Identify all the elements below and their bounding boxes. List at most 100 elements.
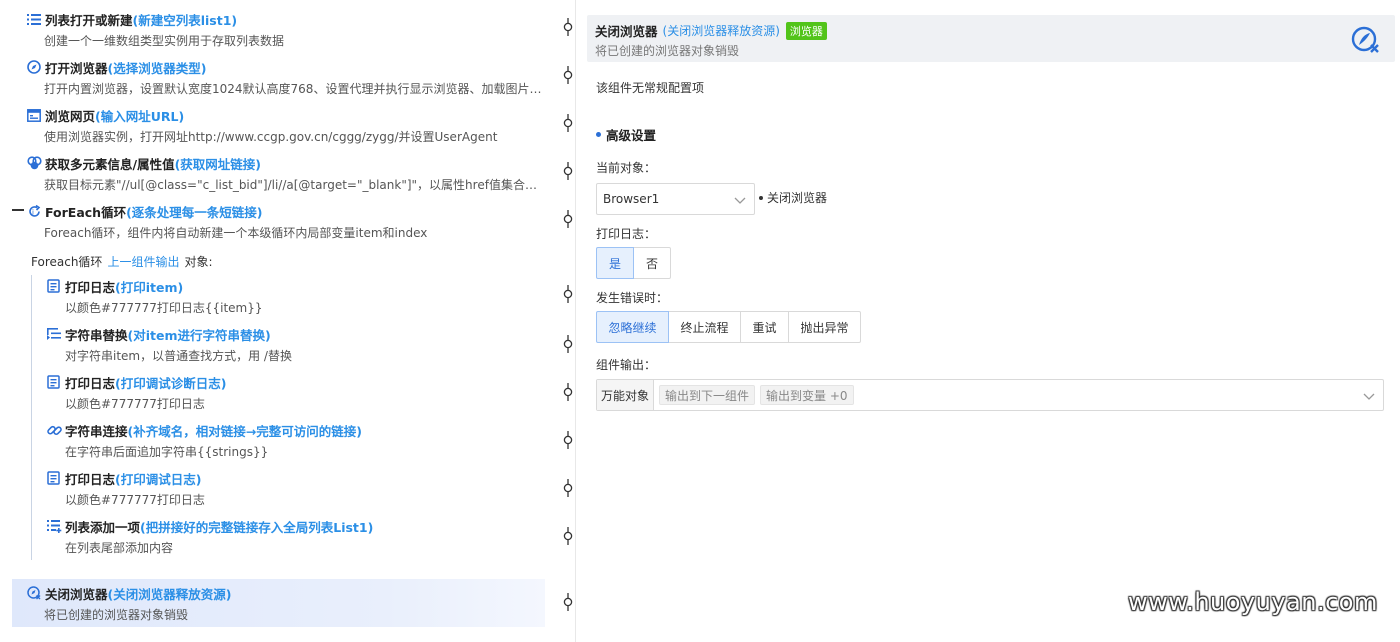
current-object-value: Browser1 bbox=[603, 192, 660, 206]
flow-step[interactable]: 列表添加一项 (把拼接好的完整链接存入全局列表List1) 在列表尾部添加内容 bbox=[0, 515, 545, 563]
step-desc: Foreach循环，组件内将自动新建一个本级循环内局部变量item和index bbox=[44, 226, 428, 240]
stop-flow-button[interactable]: 终止流程 bbox=[668, 311, 741, 343]
step-note: (获取网址链接) bbox=[174, 156, 262, 172]
config-header: 关闭浏览器 (关闭浏览器释放资源) 浏览器 将已创建的浏览器对象销毁 bbox=[587, 15, 1395, 62]
current-object-hint: 关闭浏览器 bbox=[759, 189, 827, 206]
print-log-no-button[interactable]: 否 bbox=[633, 247, 671, 279]
step-desc: 对字符串item，以普通查找方式，用 /替换 bbox=[65, 349, 292, 363]
config-title: 关闭浏览器 bbox=[595, 24, 658, 39]
print-log-label: 打印日志： bbox=[596, 227, 657, 241]
print-log-yes-button[interactable]: 是 bbox=[596, 247, 634, 279]
config-panel: 关闭浏览器 (关闭浏览器释放资源) 浏览器 将已创建的浏览器对象销毁 该组件无常… bbox=[587, 0, 1400, 642]
link-icon bbox=[46, 422, 62, 438]
list-icon bbox=[26, 11, 42, 27]
step-note: (逐条处理每一条短链接) bbox=[126, 204, 263, 220]
flow-step-selected[interactable]: 关闭浏览器 (关闭浏览器释放资源) 将已创建的浏览器对象销毁 bbox=[12, 579, 545, 627]
step-desc: 将已创建的浏览器对象销毁 bbox=[44, 608, 189, 622]
output-select[interactable]: 万能对象 输出到下一组件 输出到变量 +0 bbox=[596, 379, 1384, 411]
on-error-options: 忽略继续 终止流程 重试 抛出异常 bbox=[596, 311, 861, 343]
output-type[interactable]: 万能对象 bbox=[597, 380, 655, 410]
chevron-down-icon bbox=[734, 194, 746, 208]
step-name: 打印日志 bbox=[65, 375, 116, 391]
step-name: 浏览网页 bbox=[45, 108, 96, 124]
advanced-settings-heading: 高级设置 bbox=[596, 125, 656, 144]
connector-handle[interactable] bbox=[562, 431, 574, 449]
step-note: (关闭浏览器释放资源) bbox=[107, 586, 232, 602]
retry-button[interactable]: 重试 bbox=[740, 311, 789, 343]
ignore-continue-button[interactable]: 忽略继续 bbox=[596, 311, 669, 343]
connector-handle[interactable] bbox=[562, 210, 574, 228]
step-desc: 打开内置浏览器，设置默认宽度1024默认高度768、设置代理并执行显示浏览器、加… bbox=[44, 82, 544, 96]
config-desc: 将已创建的浏览器对象销毁 bbox=[595, 44, 740, 58]
step-note: (补齐域名，相对链接→完整可访问的链接) bbox=[127, 423, 362, 439]
log-icon bbox=[46, 470, 62, 486]
connector-handle[interactable] bbox=[562, 479, 574, 497]
on-error-label: 发生错误时： bbox=[596, 291, 669, 305]
step-name: 获取多元素信息/属性值 bbox=[45, 156, 175, 172]
connector-handle[interactable] bbox=[562, 66, 574, 84]
step-note: (打印调试日志) bbox=[115, 471, 202, 487]
throw-exception-button[interactable]: 抛出异常 bbox=[788, 311, 861, 343]
output-chip-variable: 输出到变量 +0 bbox=[760, 385, 854, 405]
flow-step[interactable]: 字符串连接 (补齐域名，相对链接→完整可访问的链接) 在字符串后面追加字符串{{… bbox=[0, 419, 545, 467]
connector-handle[interactable] bbox=[562, 18, 574, 36]
bullet-icon bbox=[759, 195, 763, 200]
step-desc: 创建一个一维数组类型实例用于存取列表数据 bbox=[44, 34, 285, 48]
step-desc: 在字符串后面追加字符串{{strings}} bbox=[65, 445, 269, 459]
connector-handle[interactable] bbox=[562, 285, 574, 303]
step-note: (把拼接好的完整链接存入全局列表List1) bbox=[140, 519, 374, 535]
config-note: (关闭浏览器释放资源) bbox=[662, 24, 780, 38]
bullet-icon bbox=[596, 132, 601, 137]
step-note: (对item进行字符串替换) bbox=[127, 327, 271, 343]
browser-window-icon bbox=[26, 107, 42, 123]
flow-step[interactable]: 字符串替换 (对item进行字符串替换) 对字符串item，以普通查找方式，用 … bbox=[0, 323, 545, 371]
flow-step[interactable]: 获取多元素信息/属性值 (获取网址链接) 获取目标元素"//ul[@class=… bbox=[0, 152, 545, 200]
svg-text:i: i bbox=[32, 208, 34, 216]
loop-prefix: Foreach循环 bbox=[31, 254, 103, 269]
step-name: 打印日志 bbox=[65, 471, 116, 487]
output-label: 组件输出： bbox=[596, 358, 657, 372]
hint-text: 关闭浏览器 bbox=[767, 191, 828, 205]
step-name: 字符串替换 bbox=[65, 327, 128, 343]
connector-handle[interactable] bbox=[562, 114, 574, 132]
step-note: (打印调试诊断日志) bbox=[115, 375, 227, 391]
log-icon bbox=[46, 374, 62, 390]
step-name: 列表添加一项 bbox=[65, 519, 141, 535]
close-browser-icon bbox=[26, 585, 42, 601]
current-object-select[interactable]: Browser1 bbox=[596, 183, 755, 215]
step-desc: 以颜色#777777打印日志 bbox=[65, 493, 205, 507]
flow-step[interactable]: 浏览网页 (输入网址URL) 使用浏览器实例，打开网址http://www.cc… bbox=[0, 104, 545, 152]
loop-suffix: 对象: bbox=[184, 254, 213, 269]
connector-handle[interactable] bbox=[562, 593, 574, 611]
output-chip-next: 输出到下一组件 bbox=[659, 385, 756, 405]
flow-step[interactable]: 打印日志 (打印item) 以颜色#777777打印日志{{item}} bbox=[0, 275, 545, 323]
step-name: 字符串连接 bbox=[65, 423, 128, 439]
flow-panel: 列表打开或新建 (新建空列表list1) 创建一个一维数组类型实例用于存取列表数… bbox=[0, 0, 576, 642]
connector-handle[interactable] bbox=[562, 527, 574, 545]
step-note: (选择浏览器类型) bbox=[107, 60, 207, 76]
step-note: (新建空列表list1) bbox=[132, 12, 238, 28]
step-desc: 在列表尾部添加内容 bbox=[65, 541, 174, 555]
connector-handle[interactable] bbox=[562, 335, 574, 353]
flow-step[interactable]: 列表打开或新建 (新建空列表list1) 创建一个一维数组类型实例用于存取列表数… bbox=[0, 8, 545, 56]
elements-icon bbox=[26, 155, 42, 171]
step-name: ForEach循环 bbox=[45, 204, 127, 220]
step-name: 列表打开或新建 bbox=[45, 12, 133, 28]
close-browser-icon[interactable] bbox=[1351, 25, 1381, 55]
list-add-icon bbox=[46, 518, 62, 534]
loop-source-link[interactable]: 上一组件输出 bbox=[107, 253, 179, 270]
flow-step[interactable]: 打印日志 (打印调试日志) 以颜色#777777打印日志 bbox=[0, 467, 545, 515]
advanced-label: 高级设置 bbox=[606, 128, 657, 143]
loop-object-label: Foreach循环 上一组件输出 对象: bbox=[31, 252, 213, 270]
flow-step-foreach[interactable]: i ForEach循环 (逐条处理每一条短链接) Foreach循环，组件内将自… bbox=[0, 200, 545, 248]
log-icon bbox=[46, 278, 62, 294]
watermark: www.huoyuyan.com bbox=[1128, 588, 1378, 616]
step-desc: 以颜色#777777打印日志 bbox=[65, 397, 205, 411]
flow-step[interactable]: 打开浏览器 (选择浏览器类型) 打开内置浏览器，设置默认宽度1024默认高度76… bbox=[0, 56, 545, 104]
step-desc: 以颜色#777777打印日志{{item}} bbox=[65, 301, 263, 315]
flow-step[interactable]: 打印日志 (打印调试诊断日志) 以颜色#777777打印日志 bbox=[0, 371, 545, 419]
chevron-down-icon bbox=[1363, 390, 1375, 404]
connector-handle[interactable] bbox=[562, 162, 574, 180]
compass-icon bbox=[26, 59, 42, 75]
connector-handle[interactable] bbox=[562, 383, 574, 401]
